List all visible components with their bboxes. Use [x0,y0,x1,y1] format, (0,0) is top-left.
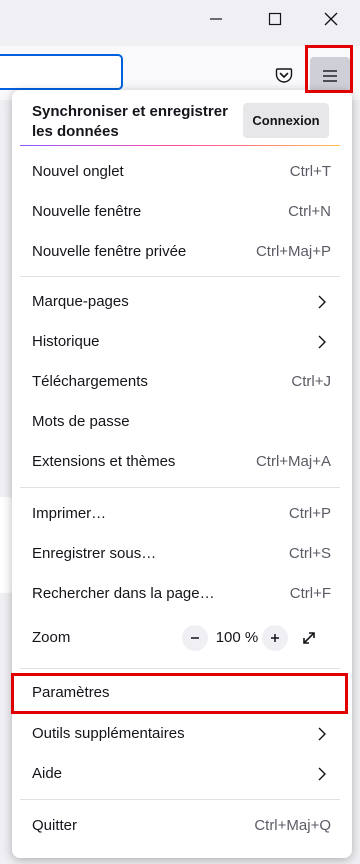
fullscreen-button[interactable] [296,625,322,651]
menu-item-label: Nouvelle fenêtre [32,203,142,220]
sign-in-button[interactable]: Connexion [243,103,329,138]
menu-item-label: Enregistrer sous… [32,545,157,562]
menu-item-settings[interactable]: Paramètres [12,675,352,711]
menu-item-downloads[interactable]: Téléchargements Ctrl+J [12,364,352,400]
menu-item-label: Quitter [32,817,78,834]
menu-item-shortcut: Ctrl+T [289,163,331,180]
minus-icon [191,637,199,639]
menu-item-label: Nouvel onglet [32,163,124,180]
menu-separator [20,799,340,800]
menu-item-history[interactable]: Historique [12,324,352,360]
chevron-right-icon [318,727,326,741]
menu-item-shortcut: Ctrl+N [288,203,331,220]
zoom-controls: 100 % [174,624,334,652]
address-bar[interactable] [0,54,123,90]
menu-item-print[interactable]: Imprimer… Ctrl+P [12,496,352,532]
fullscreen-icon [303,632,315,644]
menu-item-passwords[interactable]: Mots de passe [12,404,352,440]
chevron-right-icon [318,295,326,309]
sync-title: Synchroniser et enregistrer les données [32,103,228,140]
menu-item-label: Paramètres [32,684,110,701]
menu-item-shortcut: Ctrl+F [289,585,331,602]
zoom-out-button[interactable] [182,625,208,651]
menu-separator [20,668,340,669]
menu-item-shortcut: Ctrl+Maj+A [255,453,331,470]
menu-item-label: Mots de passe [32,413,130,430]
zoom-reset-button[interactable]: 100 % [214,624,260,652]
minimize-button[interactable] [196,4,236,34]
menu-item-label: Zoom [32,629,71,646]
menu-item-label: Extensions et thèmes [32,453,176,470]
sync-section: Synchroniser et enregistrer les données … [12,90,352,146]
menu-item-new-private-window[interactable]: Nouvelle fenêtre privée Ctrl+Maj+P [12,234,352,270]
menu-item-more-tools[interactable]: Outils supplémentaires [12,716,352,752]
menu-item-shortcut: Ctrl+Maj+P [255,243,331,260]
menu-item-bookmarks[interactable]: Marque-pages [12,284,352,320]
zoom-in-button[interactable] [262,625,288,651]
menu-item-label: Imprimer… [32,505,107,522]
sync-divider [20,145,340,146]
menu-item-save-as[interactable]: Enregistrer sous… Ctrl+S [12,536,352,572]
hamburger-menu-icon [323,70,337,82]
plus-icon [271,634,279,642]
menu-separator [20,276,340,277]
menu-item-addons[interactable]: Extensions et thèmes Ctrl+Maj+A [12,444,352,480]
menu-item-label: Rechercher dans la page… [32,585,215,602]
menu-item-label: Téléchargements [32,373,148,390]
browser-window: Synchroniser et enregistrer les données … [0,0,360,864]
menu-item-shortcut: Ctrl+Maj+Q [254,817,331,834]
menu-item-zoom: Zoom 100 % [12,620,352,656]
menu-item-shortcut: Ctrl+S [288,545,331,562]
menu-item-label: Aide [32,765,63,782]
menu-item-new-tab[interactable]: Nouvel onglet Ctrl+T [12,154,352,190]
chevron-right-icon [318,335,326,349]
menu-item-find-in-page[interactable]: Rechercher dans la page… Ctrl+F [12,576,352,612]
chevron-right-icon [318,767,326,781]
application-menu-panel: Synchroniser et enregistrer les données … [12,90,352,858]
menu-item-shortcut: Ctrl+J [291,373,331,390]
menu-item-label: Nouvelle fenêtre privée [32,243,187,260]
minimize-icon [210,18,222,20]
menu-separator [20,487,340,488]
menu-item-label: Outils supplémentaires [32,725,185,742]
close-window-button[interactable] [311,4,351,34]
menu-item-help[interactable]: Aide [12,756,352,792]
pocket-icon [275,68,293,83]
title-bar [0,0,360,40]
pocket-button[interactable] [268,59,300,91]
close-icon [324,12,338,26]
menu-item-label: Marque-pages [32,293,129,310]
menu-item-new-window[interactable]: Nouvelle fenêtre Ctrl+N [12,194,352,230]
maximize-icon [268,12,282,26]
maximize-button[interactable] [255,4,295,34]
menu-item-quit[interactable]: Quitter Ctrl+Maj+Q [12,808,352,844]
menu-item-shortcut: Ctrl+P [288,505,331,522]
menu-item-label: Historique [32,333,100,350]
